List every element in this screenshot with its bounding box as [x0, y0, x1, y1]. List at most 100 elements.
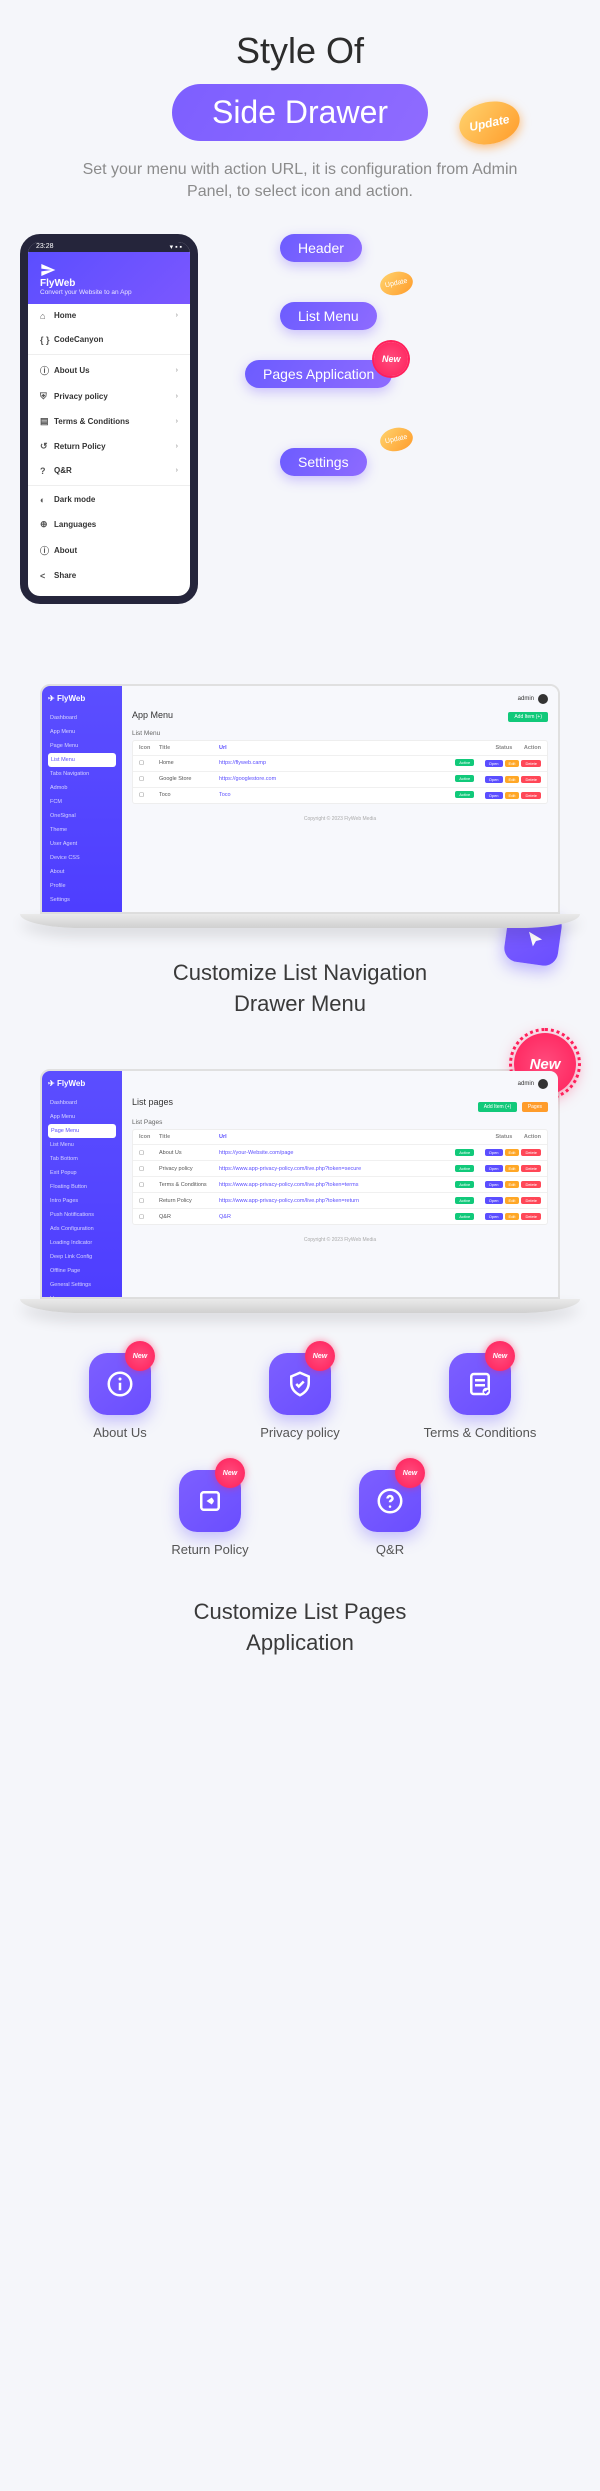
drawer-item[interactable]: < Share — [28, 564, 190, 588]
delete-button[interactable]: Delete — [521, 1197, 541, 1204]
pages-button[interactable]: Pages — [522, 1102, 548, 1112]
drawer-item[interactable]: ◐ Dark mode — [28, 488, 190, 512]
edit-button[interactable]: Edit — [505, 1149, 520, 1156]
open-button[interactable]: Open — [485, 1149, 503, 1156]
doc-icon: ▤ — [40, 416, 54, 427]
phone-app-sub: Convert your Website to an App — [38, 289, 180, 296]
delete-button[interactable]: Delete — [521, 1149, 541, 1156]
sidebar-item[interactable]: Deep Link Config — [48, 1250, 116, 1264]
open-button[interactable]: Open — [485, 792, 503, 799]
drawer-item[interactable]: { } CodeCanyon — [28, 328, 190, 352]
sidebar-item[interactable]: Exit Popup — [48, 1166, 116, 1180]
status-badge: Active — [455, 1213, 474, 1220]
sidebar-item[interactable]: App Menu — [48, 725, 116, 739]
sidebar-item[interactable]: Loading Indicator — [48, 1236, 116, 1250]
edit-button[interactable]: Edit — [505, 1181, 520, 1188]
open-button[interactable]: Open — [485, 1181, 503, 1188]
status-badge: Active — [455, 759, 474, 766]
code-icon: { } — [40, 335, 54, 345]
edit-button[interactable]: Edit — [505, 1165, 520, 1172]
drawer-item[interactable]: ⓘ About Us › — [28, 357, 190, 384]
about-icon: ⓘ — [40, 544, 54, 557]
delete-button[interactable]: Delete — [521, 1181, 541, 1188]
phone-logo: FlyWeb — [38, 262, 180, 289]
drawer-item[interactable]: ⓘ About — [28, 537, 190, 564]
sidebar-item[interactable]: Settings — [48, 893, 116, 907]
drawer-item[interactable]: ⌂ Home › — [28, 304, 190, 328]
drawer-separator — [28, 485, 190, 486]
sidebar-item[interactable]: FCM — [48, 795, 116, 809]
sidebar-item[interactable]: Push Notifications — [48, 1208, 116, 1222]
open-button[interactable]: Open — [485, 760, 503, 767]
laptop-1-panel-head: App Menu Add Item (+) — [132, 710, 548, 724]
phone-header: FlyWeb Convert your Website to an App — [28, 252, 190, 304]
sidebar-item[interactable]: Dashboard — [48, 1096, 116, 1110]
sidebar-item[interactable]: Page Menu — [48, 739, 116, 753]
delete-button[interactable]: Delete — [521, 1165, 541, 1172]
sidebar-item[interactable]: List Menu — [48, 753, 116, 767]
sidebar-item[interactable]: General Settings — [48, 1278, 116, 1292]
sidebar-item[interactable]: Intro Pages — [48, 1194, 116, 1208]
table-row: ▢ Google Store https://googlestore.com A… — [133, 772, 547, 788]
sidebar-item[interactable]: User Agent — [48, 837, 116, 851]
drawer-item-label: About — [54, 546, 77, 555]
table-row: ▢ Terms & Conditions https://www.app-pri… — [133, 1177, 547, 1193]
drawer-item-label: Return Policy — [54, 442, 106, 451]
sidebar-item[interactable]: Page Menu — [48, 1124, 116, 1138]
caption-1: Customize List Navigation Drawer Menu — [60, 958, 540, 1020]
drawer-item[interactable]: ? Q&R › — [28, 459, 190, 483]
new-badge-small: New — [374, 342, 408, 376]
sidebar-item[interactable]: List Menu — [48, 1138, 116, 1152]
drawer-item[interactable]: ▤ Terms & Conditions › — [28, 409, 190, 434]
edit-button[interactable]: Edit — [505, 792, 520, 799]
laptop-2-table: IconTitle UrlStatus Action ▢ About Us ht… — [132, 1129, 548, 1225]
sidebar-item[interactable]: Floating Button — [48, 1180, 116, 1194]
open-button[interactable]: Open — [485, 1197, 503, 1204]
drawer-item-label: Q&R — [54, 466, 72, 475]
drawer-item[interactable]: ⊕ Languages — [28, 512, 190, 537]
callout-list-menu: Update List Menu — [280, 302, 392, 330]
sidebar-item[interactable]: Theme — [48, 823, 116, 837]
sidebar-item[interactable]: Dashboard — [48, 711, 116, 725]
delete-button[interactable]: Delete — [521, 760, 541, 767]
sidebar-item[interactable]: Users — [48, 1292, 116, 1299]
edit-button[interactable]: Edit — [505, 760, 520, 767]
drawer-item[interactable]: ⛨ Privacy policy › — [28, 384, 190, 409]
edit-button[interactable]: Edit — [505, 776, 520, 783]
delete-button[interactable]: Delete — [521, 792, 541, 799]
row-icon: ▢ — [139, 1150, 159, 1156]
chevron-right-icon: › — [176, 418, 178, 425]
add-item-button[interactable]: Add Item (+) — [478, 1102, 518, 1112]
sidebar-item[interactable]: About — [48, 865, 116, 879]
open-button[interactable]: Open — [485, 1213, 503, 1220]
delete-button[interactable]: Delete — [521, 1213, 541, 1220]
row-url: https://www.app-privacy-policy.com/live.… — [219, 1166, 445, 1172]
row-url: https://www.app-privacy-policy.com/live.… — [219, 1198, 445, 1204]
sidebar-item[interactable]: Tab Bottom — [48, 1152, 116, 1166]
drawer-item[interactable]: ★ Rate Us — [28, 588, 190, 604]
sidebar-item[interactable]: Profile — [48, 879, 116, 893]
sidebar-item[interactable]: Offline Page — [48, 1264, 116, 1278]
delete-button[interactable]: Delete — [521, 776, 541, 783]
drawer-item[interactable]: ↺ Return Policy › — [28, 434, 190, 459]
icon-label: Return Policy — [150, 1542, 270, 1557]
hero-title-1: Style Of — [20, 30, 580, 72]
sidebar-item[interactable]: App Menu — [48, 1110, 116, 1124]
sidebar-item[interactable]: Admob — [48, 781, 116, 795]
edit-button[interactable]: Edit — [505, 1197, 520, 1204]
sidebar-item[interactable]: Device CSS — [48, 851, 116, 865]
row-icon: ▢ — [139, 1198, 159, 1204]
table-row: ▢ Return Policy https://www.app-privacy-… — [133, 1193, 547, 1209]
icon-item: New Terms & Conditions — [420, 1353, 540, 1440]
sidebar-item[interactable]: Ads Configuration — [48, 1222, 116, 1236]
row-title: Return Policy — [159, 1198, 219, 1204]
table-row: ▢ Home https://flyweb.camp Active Open E… — [133, 756, 547, 772]
sidebar-item[interactable]: OneSignal — [48, 809, 116, 823]
drawer-item-label: Terms & Conditions — [54, 417, 129, 426]
add-item-button[interactable]: Add Item (+) — [508, 712, 548, 722]
sidebar-item[interactable]: Tabs Navigation — [48, 767, 116, 781]
open-button[interactable]: Open — [485, 776, 503, 783]
open-button[interactable]: Open — [485, 1165, 503, 1172]
drawer-item-label: Share — [54, 571, 76, 580]
edit-button[interactable]: Edit — [505, 1213, 520, 1220]
